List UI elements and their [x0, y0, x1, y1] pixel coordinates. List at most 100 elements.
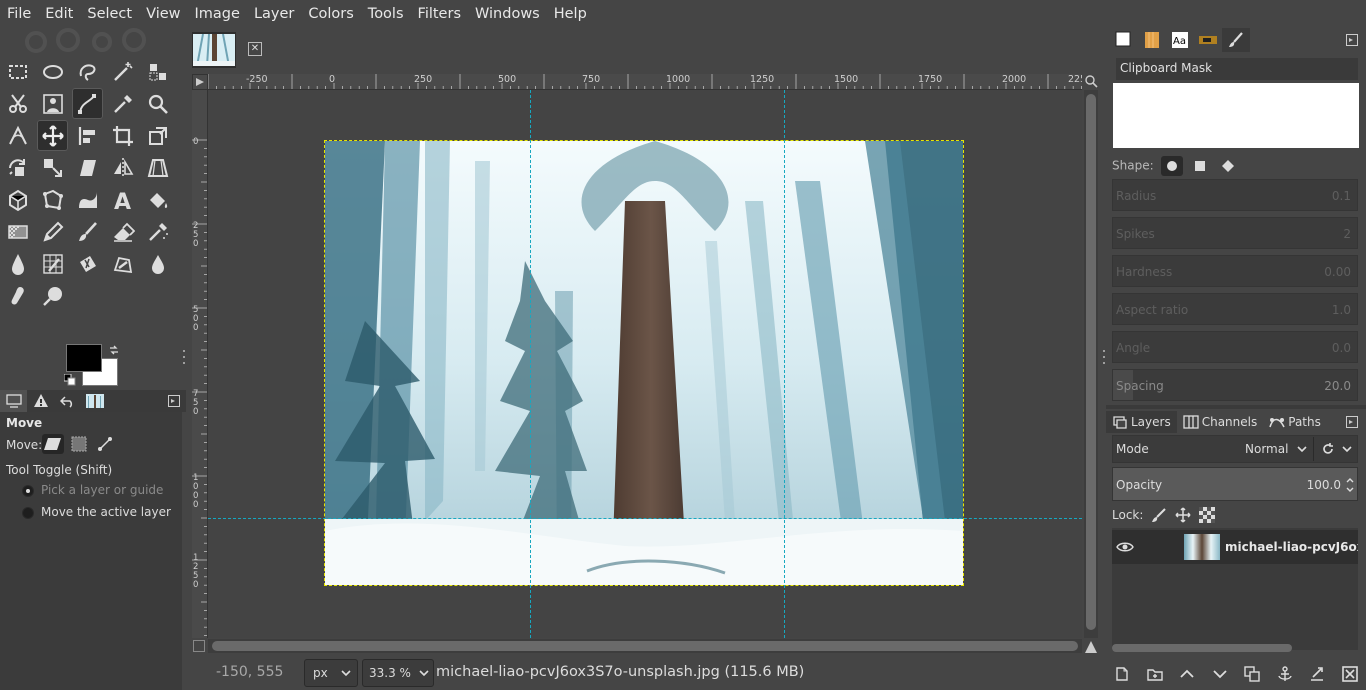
vertical-scroll-thumb[interactable] [1086, 94, 1096, 630]
foreground-select-tool[interactable] [37, 88, 68, 119]
rect-select-tool[interactable] [2, 56, 33, 87]
foreground-color-swatch[interactable] [66, 344, 102, 372]
swap-colors-icon[interactable] [108, 344, 120, 356]
tab-channels[interactable]: Channels [1177, 411, 1264, 433]
text-tool[interactable]: A [107, 184, 138, 215]
vertical-scrollbar[interactable] [1084, 90, 1098, 638]
radius-slider[interactable]: Radius 0.1 [1112, 179, 1358, 211]
move-selection-button[interactable] [68, 434, 90, 454]
spin-arrows-icon[interactable] [1345, 476, 1355, 494]
horizontal-ruler[interactable]: -250 0 250 500 750 1000 1250 1500 1750 2… [208, 74, 1082, 90]
airbrush-tool[interactable] [142, 216, 173, 247]
unified-transform-tool[interactable] [142, 120, 173, 151]
left-dock-handle-icon[interactable] [182, 348, 186, 366]
new-layer-icon[interactable] [1114, 666, 1130, 682]
color-picker-tool[interactable] [107, 88, 138, 119]
vertical-ruler[interactable]: 0 2 5 0 5 0 0 7 5 0 1 0 0 0 1 2 5 0 [192, 90, 208, 638]
shape-square-button[interactable] [1189, 156, 1211, 176]
move-layer-button[interactable] [42, 434, 64, 454]
menu-windows[interactable]: Windows [468, 0, 547, 28]
anchor-layer-icon[interactable] [1277, 666, 1293, 682]
menu-image[interactable]: Image [188, 0, 247, 28]
lock-position-icon[interactable] [1175, 507, 1191, 523]
layer-row[interactable]: michael-liao-pcvJ6ox3S7o-unsplash.jpg [1112, 530, 1358, 564]
layer-list-scrollbar[interactable] [1112, 642, 1358, 652]
tab-patterns[interactable] [1138, 28, 1166, 52]
tab-layers[interactable]: Layers [1106, 411, 1177, 433]
warp-transform-tool[interactable] [72, 184, 103, 215]
tab-brushes[interactable] [1222, 28, 1250, 52]
angle-slider[interactable]: Angle 0.0 [1112, 331, 1358, 363]
mode-select[interactable]: Normal [1241, 437, 1307, 461]
cage-transform-tool[interactable] [37, 184, 68, 215]
3d-transform-tool[interactable] [2, 184, 33, 215]
shape-circle-button[interactable] [1161, 156, 1184, 176]
menu-select[interactable]: Select [80, 0, 139, 28]
guide-vertical[interactable] [530, 90, 531, 638]
tab-tool-options[interactable] [0, 390, 27, 412]
duplicate-layer-icon[interactable] [1244, 666, 1260, 682]
pencil-tool[interactable] [37, 216, 68, 247]
visibility-eye-icon[interactable] [1116, 539, 1134, 555]
tab-paths[interactable]: Paths [1263, 411, 1327, 433]
smudge-tool[interactable] [2, 280, 33, 311]
fuzzy-select-tool[interactable] [107, 56, 138, 87]
panel-separator[interactable] [1106, 405, 1366, 409]
measure-tool[interactable] [2, 120, 33, 151]
gradient-tool[interactable] [2, 216, 33, 247]
zoom-tool[interactable] [142, 88, 173, 119]
tab-images[interactable] [81, 390, 108, 412]
hardness-slider[interactable]: Hardness 0.00 [1112, 255, 1358, 287]
new-layer-group-icon[interactable] [1147, 666, 1163, 682]
eraser-tool[interactable] [107, 216, 138, 247]
paths-tool[interactable] [72, 88, 103, 119]
zoom-select[interactable]: 33.3 % [362, 659, 434, 687]
menu-view[interactable]: View [139, 0, 187, 28]
tab-undo-history[interactable] [54, 390, 81, 412]
spikes-slider[interactable]: Spikes 2 [1112, 217, 1358, 249]
scissors-tool[interactable] [2, 88, 33, 119]
pick-layer-radio[interactable] [22, 485, 34, 497]
free-select-tool[interactable] [72, 56, 103, 87]
brush-name-field[interactable]: Clipboard Mask [1116, 58, 1358, 80]
select-by-color-tool[interactable] [142, 56, 173, 87]
scale-tool[interactable] [37, 152, 68, 183]
blur-tool[interactable] [142, 248, 173, 279]
tab-fonts[interactable]: Aa [1166, 28, 1194, 52]
layer-name[interactable]: michael-liao-pcvJ6ox3S7o-unsplash.jpg [1225, 540, 1358, 554]
tab-gradients[interactable] [1194, 28, 1222, 52]
menu-layer[interactable]: Layer [247, 0, 301, 28]
close-tab-icon[interactable]: ✕ [248, 42, 262, 56]
flip-tool[interactable] [107, 152, 138, 183]
perspective-clone-tool[interactable] [107, 248, 138, 279]
panel-menu-icon[interactable] [168, 395, 180, 407]
aspect-ratio-slider[interactable]: Aspect ratio 1.0 [1112, 293, 1358, 325]
move-path-button[interactable] [94, 434, 116, 454]
shear-tool[interactable] [72, 152, 103, 183]
dodge-burn-tool[interactable] [37, 280, 68, 311]
lower-layer-icon[interactable] [1212, 666, 1228, 682]
unit-select[interactable]: px [304, 659, 358, 687]
layer-list-scroll-thumb[interactable] [1112, 644, 1292, 652]
composite-mode-button[interactable] [1313, 437, 1357, 461]
tab-device-status[interactable] [27, 390, 54, 412]
shape-diamond-button[interactable] [1217, 156, 1239, 176]
guide-horizontal[interactable] [208, 518, 1082, 519]
ink-tool[interactable] [2, 248, 33, 279]
paintbrush-tool[interactable] [72, 216, 103, 247]
panel-menu-icon[interactable] [1346, 416, 1358, 428]
perspective-tool[interactable] [142, 152, 173, 183]
tab-fg-bg[interactable] [1110, 28, 1138, 52]
right-dock-handle-icon[interactable] [1102, 348, 1106, 366]
horizontal-scrollbar[interactable] [208, 639, 1082, 653]
navigate-icon[interactable] [1084, 640, 1098, 654]
canvas-area[interactable] [208, 90, 1082, 638]
rotate-tool[interactable] [2, 152, 33, 183]
raise-layer-icon[interactable] [1179, 666, 1195, 682]
zoom-image-when-resized-icon[interactable] [1084, 74, 1098, 88]
merge-layer-icon[interactable] [1309, 666, 1325, 682]
lock-alpha-icon[interactable] [1199, 507, 1216, 523]
menu-colors[interactable]: Colors [301, 0, 360, 28]
bucket-fill-tool[interactable] [142, 184, 173, 215]
delete-layer-icon[interactable] [1341, 666, 1358, 682]
